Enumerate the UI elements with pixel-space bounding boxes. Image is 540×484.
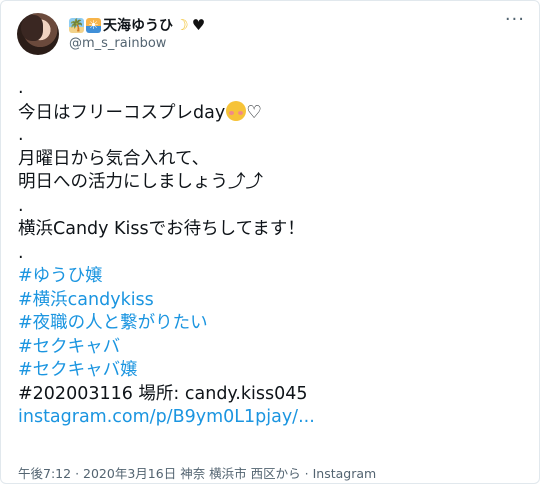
tweet-line: 今日はフリーコスプレday ♡ [18, 100, 523, 125]
black-heart-emoji-icon: ♥ [191, 15, 206, 34]
separator: · [75, 466, 80, 481]
tweet-date[interactable]: 2020年3月16日 [83, 466, 176, 481]
palm-tree-emoji-icon: 🌴 [69, 17, 84, 33]
tweet-line: 横浜Candy Kissでお待ちしてます！ [18, 219, 305, 239]
tweet-line: 明日への活力にしましょう⤴︎⤴︎ [18, 172, 263, 192]
crescent-moon-emoji-icon: ☽ [175, 15, 189, 34]
tweet-card: 🌴 ☀ 天海ゆうひ ☽ ♥ @m_s_rainbow ··· . 今日はフリーコ… [0, 0, 540, 484]
hashtag-link[interactable]: #夜職の人と繋がりたい [18, 312, 523, 336]
hashtag-link[interactable]: #横浜candykiss [18, 289, 523, 313]
tweet-line-text: 今日はフリーコスプレday [18, 102, 226, 123]
hashtag-link[interactable]: #セクキャバ嬢 [18, 359, 523, 383]
sunrise-emoji-icon: ☀ [86, 17, 101, 33]
heart-symbol: ♡ [246, 102, 262, 123]
dot-line: . [18, 125, 24, 145]
tweet-footer: 午後7:12 · 2020年3月16日 神奈 横浜市 西区から · Instag… [18, 463, 376, 482]
author-display-name: 天海ゆうひ [103, 18, 173, 34]
tweet-source[interactable]: Instagram [313, 466, 377, 481]
author-name-row[interactable]: 🌴 ☀ 天海ゆうひ ☽ ♥ [69, 15, 206, 35]
tweet-body: . 今日はフリーコスプレday ♡ . 月曜日から気合入れて、 明日への活力にしま… [18, 77, 523, 430]
smiling-face-emoji-icon [226, 100, 247, 121]
avatar[interactable] [17, 13, 59, 55]
more-options-icon[interactable]: ··· [505, 11, 525, 29]
hashtag-link[interactable]: #セクキャバ [18, 336, 523, 360]
instagram-link[interactable]: instagram.com/p/B9ym0L1pjay/... [18, 406, 523, 430]
hashtag-link[interactable]: #ゆうひ嬢 [18, 265, 523, 289]
tweet-location[interactable]: 神奈 横浜市 西区から [180, 466, 300, 481]
separator: · [304, 466, 309, 481]
dot-line: . [18, 242, 24, 263]
date-location-line: #202003116 場所: candy.kiss045 [18, 383, 308, 404]
dot-line: . [18, 195, 24, 216]
tweet-line: 月曜日から気合入れて、 [18, 148, 210, 169]
dot-line: . [18, 78, 24, 98]
author-handle[interactable]: @m_s_rainbow [69, 36, 166, 51]
tweet-time[interactable]: 午後7:12 [18, 466, 71, 481]
